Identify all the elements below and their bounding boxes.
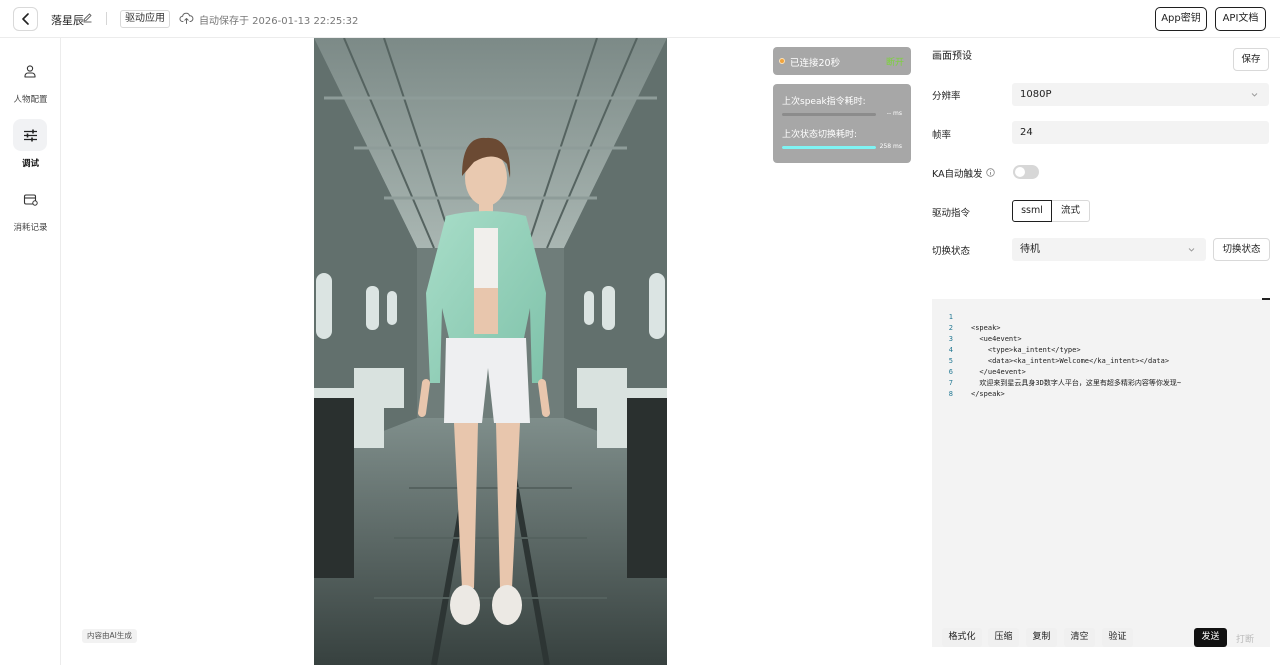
wallet-icon	[23, 193, 38, 206]
copy-button[interactable]: 复制	[1026, 628, 1057, 647]
ssml-code-editor[interactable]: 1 <speak> 2 <ue4event> 3 <type>ka_intent…	[932, 298, 1270, 647]
person-icon	[24, 65, 36, 78]
top-bar: 落星辰 驱动应用 自动保存于 2026-01-13 22:25:32 App密钥…	[0, 0, 1280, 38]
ai-generated-tag: 内容由AI生成	[82, 629, 137, 643]
switch-state-button[interactable]: 切换状态	[1213, 238, 1270, 261]
resolution-value: 1080P	[1020, 89, 1052, 100]
speak-latency-value: -- ms	[886, 110, 902, 117]
api-doc-button[interactable]: API文档	[1215, 7, 1266, 31]
speak-latency-bar	[782, 113, 876, 116]
speak-latency-label: 上次speak指令耗时:	[782, 97, 866, 107]
editor-scroll-indicator	[1262, 298, 1270, 300]
resolution-label: 分辨率	[932, 91, 961, 102]
code-line: 7 </speak>	[932, 367, 1270, 398]
side-nav: 人物配置 调试 消耗记录	[0, 38, 61, 665]
project-name: 落星辰	[51, 14, 84, 27]
chevron-left-icon	[21, 13, 29, 25]
back-button[interactable]	[13, 7, 38, 31]
ka-auto-toggle[interactable]	[1013, 165, 1039, 179]
code-line: 6 欢迎来到星云具身3D数字人平台，这里有超多精彩内容等你发现~	[932, 356, 1270, 387]
drive-command-label: 驱动指令	[932, 208, 971, 219]
save-button[interactable]: 保存	[1233, 48, 1269, 71]
format-button[interactable]: 格式化	[942, 628, 982, 647]
code-line: 4 <data><ka_intent>Welcome</ka_intent></…	[932, 334, 1270, 365]
chevron-down-icon	[1251, 93, 1258, 97]
panel-title: 画面预设	[932, 51, 972, 62]
chevron-down-icon	[1188, 248, 1195, 252]
app-type-tag: 驱动应用	[120, 10, 170, 28]
sidebar-item-character-config[interactable]: 人物配置	[0, 55, 61, 105]
settings-panel: 画面预设 保存 分辨率 1080P 帧率 24 KA自动触发 驱动指令 ssml…	[918, 38, 1280, 665]
nav-icon-container	[13, 55, 47, 87]
clear-button[interactable]: 清空	[1064, 628, 1095, 647]
switch-state-label: 切换状态	[932, 246, 971, 257]
sidebar-item-label: 人物配置	[13, 95, 48, 105]
send-button[interactable]: 发送	[1194, 628, 1227, 647]
code-line: 2 <ue4event>	[932, 312, 1270, 343]
state-select[interactable]: 待机	[1012, 238, 1206, 261]
disconnect-button[interactable]: 断开	[886, 55, 904, 68]
code-line: 5 </ue4event>	[932, 345, 1270, 376]
avatar-scene	[314, 38, 667, 665]
nav-icon-container	[13, 183, 47, 215]
ka-auto-label: KA自动触发	[932, 169, 983, 180]
state-switch-latency-value: 258 ms	[879, 143, 902, 150]
drive-command-ssml-option[interactable]: ssml	[1012, 200, 1052, 222]
resolution-select[interactable]: 1080P	[1012, 83, 1269, 106]
framerate-value: 24	[1020, 127, 1033, 138]
sidebar-item-label: 调试	[21, 159, 39, 169]
avatar-video[interactable]	[314, 38, 667, 665]
sidebar-item-label: 消耗记录	[13, 223, 48, 233]
code-text: </speak>	[971, 390, 1005, 398]
framerate-input[interactable]: 24	[1012, 121, 1269, 144]
edit-icon[interactable]	[82, 12, 93, 23]
code-line: 8	[932, 378, 1270, 398]
latency-metrics-card: 上次speak指令耗时: -- ms 上次状态切换耗时: 258 ms	[773, 84, 911, 163]
framerate-label: 帧率	[932, 130, 952, 141]
sidebar-item-debug[interactable]: 调试	[0, 119, 61, 169]
divider	[106, 12, 107, 25]
sliders-icon	[23, 129, 37, 141]
info-icon[interactable]	[986, 168, 995, 177]
cloud-sync-icon	[179, 12, 194, 24]
app-key-button[interactable]: App密钥	[1155, 7, 1207, 31]
toggle-knob	[1015, 167, 1025, 177]
sidebar-item-usage-records[interactable]: 消耗记录	[0, 183, 61, 233]
interrupt-button[interactable]: 打断	[1236, 632, 1254, 645]
state-switch-latency-fill	[782, 146, 876, 149]
compress-button[interactable]: 压缩	[988, 628, 1019, 647]
code-line: 3 <type>ka_intent</type>	[932, 323, 1270, 354]
state-value: 待机	[1020, 244, 1040, 255]
drive-command-stream-option[interactable]: 流式	[1052, 200, 1090, 222]
state-switch-latency-label: 上次状态切换耗时:	[782, 130, 858, 140]
line-number: 8	[948, 390, 953, 398]
status-dot-icon	[779, 58, 785, 64]
connection-status-text: 已连接20秒	[790, 58, 841, 69]
code-line: 1 <speak>	[932, 301, 1270, 332]
autosave-status: 自动保存于 2026-01-13 22:25:32	[199, 16, 359, 27]
connection-status-card: 已连接20秒 断开	[773, 47, 911, 75]
validate-button[interactable]: 验证	[1102, 628, 1133, 647]
nav-icon-container	[13, 119, 47, 151]
state-switch-latency-bar	[782, 146, 876, 149]
